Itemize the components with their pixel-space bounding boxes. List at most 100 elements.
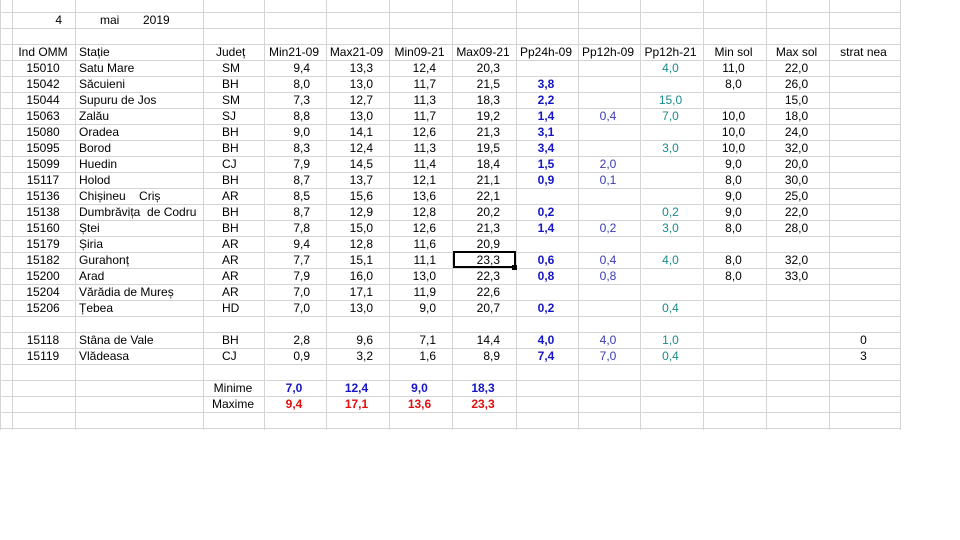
- row-maxsol[interactable]: 24,0: [768, 124, 825, 140]
- row-snow[interactable]: 0: [831, 332, 896, 348]
- row-id[interactable]: 15160: [12, 220, 74, 236]
- row-pp12b[interactable]: 0,2: [642, 204, 699, 220]
- active-cell-selection[interactable]: [453, 251, 516, 268]
- row-snow[interactable]: [831, 316, 896, 332]
- row-station[interactable]: Supuru de Jos: [79, 92, 204, 108]
- row-snow[interactable]: [831, 252, 896, 268]
- row-pp24[interactable]: 0,2: [518, 300, 574, 316]
- row-maxsol[interactable]: [768, 284, 825, 300]
- row-id[interactable]: 15117: [12, 172, 74, 188]
- row-pp24[interactable]: 0,2: [518, 204, 574, 220]
- row-station[interactable]: Șiria: [79, 236, 204, 252]
- row-max0921[interactable]: 21,3: [454, 124, 512, 140]
- row-max2109[interactable]: 15,0: [328, 220, 385, 236]
- row-snow[interactable]: [831, 76, 896, 92]
- row-id[interactable]: 15204: [12, 284, 74, 300]
- row-pp24[interactable]: 1,4: [518, 108, 574, 124]
- row-minsol[interactable]: [705, 332, 762, 348]
- col-min2109-header[interactable]: Min21-09: [266, 44, 322, 60]
- row-min2109[interactable]: 9,0: [266, 124, 322, 140]
- row-pp12a[interactable]: 0,4: [580, 108, 636, 124]
- row-min2109[interactable]: 7,9: [266, 268, 322, 284]
- row-max0921[interactable]: 19,5: [454, 140, 512, 156]
- row-id[interactable]: 15095: [12, 140, 74, 156]
- row-pp12a[interactable]: 0,4: [580, 252, 636, 268]
- row-max0921[interactable]: 18,4: [454, 156, 512, 172]
- row-station[interactable]: Vărădia de Mureș: [79, 284, 204, 300]
- row-station[interactable]: Borod: [79, 140, 204, 156]
- row-min0921[interactable]: 9,0: [391, 300, 448, 316]
- row-min2109[interactable]: 7,9: [266, 156, 322, 172]
- row-minsol[interactable]: 10,0: [705, 108, 762, 124]
- row-min0921[interactable]: 12,8: [391, 204, 448, 220]
- row-min0921[interactable]: 11,9: [391, 284, 448, 300]
- row-station[interactable]: Huedin: [79, 156, 204, 172]
- row-station[interactable]: Ștei: [79, 220, 204, 236]
- row-max2109[interactable]: 13,7: [328, 172, 385, 188]
- row-max2109[interactable]: 9,6: [328, 332, 385, 348]
- row-max2109[interactable]: 3,2: [328, 348, 385, 364]
- row-minsol[interactable]: 8,0: [705, 268, 762, 284]
- row-pp12b[interactable]: 3,0: [642, 220, 699, 236]
- row-min2109[interactable]: 7,8: [266, 220, 322, 236]
- row-pp12b[interactable]: [642, 124, 699, 140]
- row-pp12a[interactable]: 7,0: [580, 348, 636, 364]
- row-min0921[interactable]: 1,6: [391, 348, 448, 364]
- row-id[interactable]: 15136: [12, 188, 74, 204]
- row-pp24[interactable]: 3,8: [518, 76, 574, 92]
- row-snow[interactable]: [831, 92, 896, 108]
- row-pp24[interactable]: [518, 284, 574, 300]
- row-min2109[interactable]: 8,0: [266, 76, 322, 92]
- row-min0921[interactable]: 13,6: [391, 188, 448, 204]
- row-maxsol[interactable]: [768, 316, 825, 332]
- summary-min-value[interactable]: 18,3: [454, 380, 512, 396]
- row-station[interactable]: Oradea: [79, 124, 204, 140]
- row-id[interactable]: 15063: [12, 108, 74, 124]
- row-min2109[interactable]: 2,8: [266, 332, 322, 348]
- row-minsol[interactable]: 8,0: [705, 252, 762, 268]
- row-minsol[interactable]: [705, 236, 762, 252]
- col-minsol-header[interactable]: Min sol: [705, 44, 762, 60]
- row-minsol[interactable]: 8,0: [705, 76, 762, 92]
- row-pp12a[interactable]: 0,8: [580, 268, 636, 284]
- row-snow[interactable]: [831, 156, 896, 172]
- col-strat-nea-header[interactable]: strat nea: [831, 44, 896, 60]
- row-pp12a[interactable]: [580, 188, 636, 204]
- row-minsol[interactable]: [705, 316, 762, 332]
- row-pp12b[interactable]: [642, 284, 699, 300]
- row-pp12b[interactable]: 15,0: [642, 92, 699, 108]
- row-min0921[interactable]: 11,7: [391, 76, 448, 92]
- row-pp12b[interactable]: [642, 188, 699, 204]
- row-minsol[interactable]: 9,0: [705, 156, 762, 172]
- col-maxsol-header[interactable]: Max sol: [768, 44, 825, 60]
- row-min0921[interactable]: 12,6: [391, 124, 448, 140]
- row-pp12a[interactable]: [580, 92, 636, 108]
- row-maxsol[interactable]: 32,0: [768, 140, 825, 156]
- row-min0921[interactable]: 12,4: [391, 60, 448, 76]
- row-max0921[interactable]: 21,5: [454, 76, 512, 92]
- row-minsol[interactable]: 10,0: [705, 140, 762, 156]
- row-id[interactable]: [12, 316, 74, 332]
- row-min0921[interactable]: 12,1: [391, 172, 448, 188]
- row-min2109[interactable]: 8,5: [266, 188, 322, 204]
- row-minsol[interactable]: 10,0: [705, 124, 762, 140]
- row-pp12b[interactable]: 4,0: [642, 252, 699, 268]
- row-snow[interactable]: [831, 220, 896, 236]
- row-max2109[interactable]: 15,1: [328, 252, 385, 268]
- row-id[interactable]: 15080: [12, 124, 74, 140]
- summary-max-value[interactable]: 23,3: [454, 396, 512, 412]
- row-max2109[interactable]: 16,0: [328, 268, 385, 284]
- row-pp12a[interactable]: [580, 204, 636, 220]
- row-id[interactable]: 15118: [12, 332, 74, 348]
- row-minsol[interactable]: 11,0: [705, 60, 762, 76]
- row-maxsol[interactable]: 30,0: [768, 172, 825, 188]
- row-snow[interactable]: [831, 284, 896, 300]
- row-snow[interactable]: 3: [831, 348, 896, 364]
- row-max2109[interactable]: 13,3: [328, 60, 385, 76]
- row-maxsol[interactable]: 22,0: [768, 60, 825, 76]
- col-pp12b-header[interactable]: Pp12h-21: [642, 44, 699, 60]
- row-pp24[interactable]: [518, 60, 574, 76]
- row-max0921[interactable]: 20,9: [454, 236, 512, 252]
- row-min2109[interactable]: 8,7: [266, 204, 322, 220]
- row-id[interactable]: 15179: [12, 236, 74, 252]
